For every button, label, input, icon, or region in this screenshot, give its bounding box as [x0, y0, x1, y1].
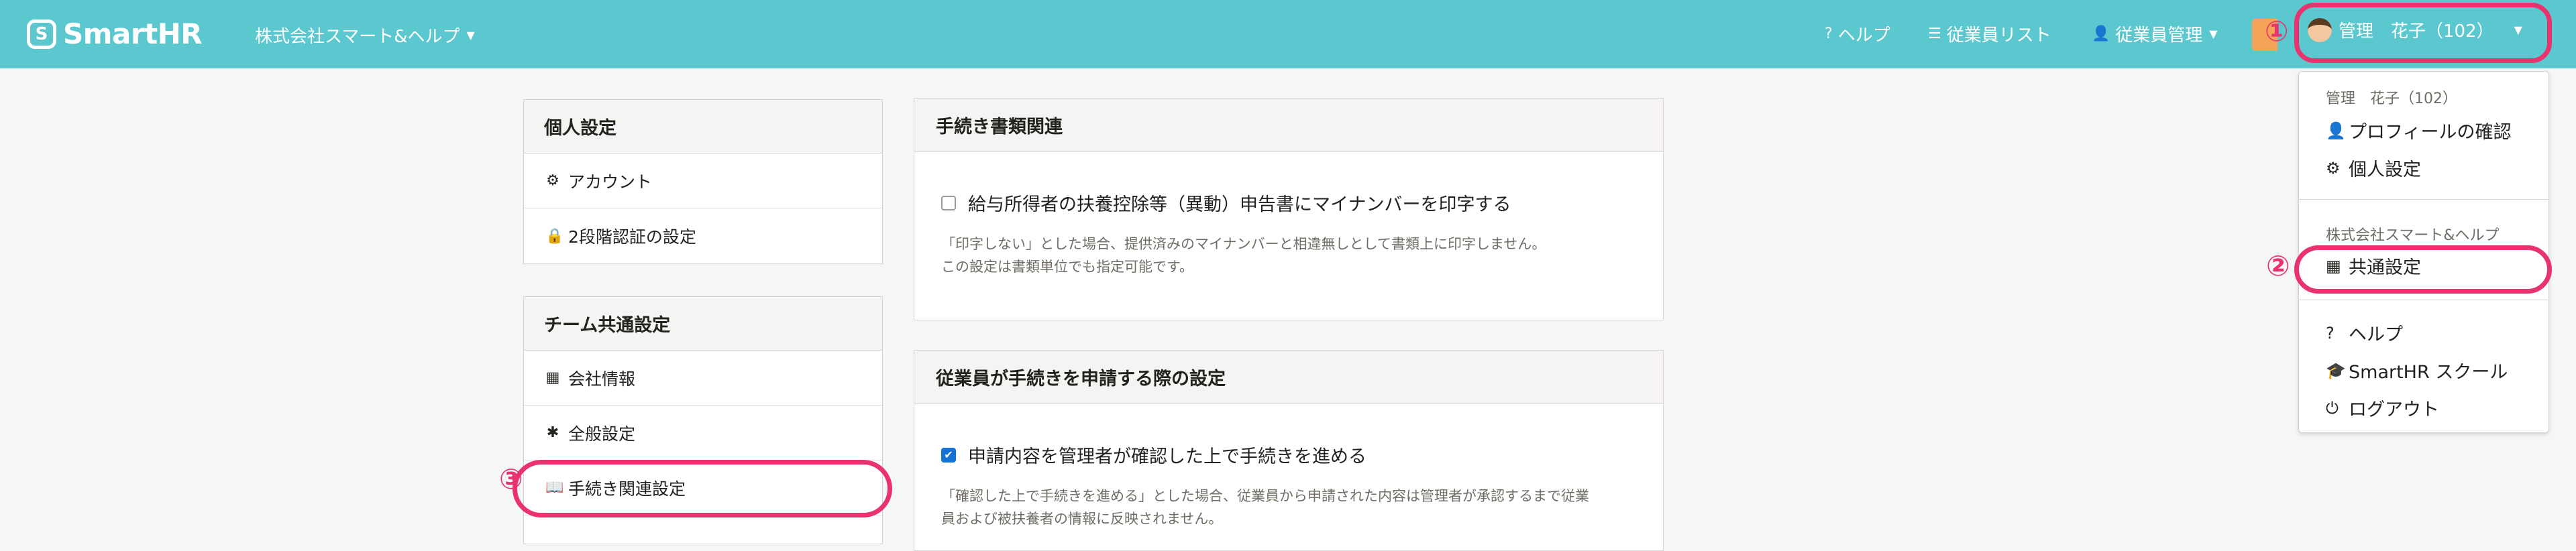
menu-divider [2299, 199, 2548, 200]
nav-employee-list-label: 従業員リスト [1946, 25, 2051, 46]
card-title: 従業員が手続きを申請する際の設定 [914, 351, 1663, 404]
help-circle-icon: ? [2326, 323, 2334, 343]
team-settings-title: チーム共通設定 [524, 297, 882, 351]
procedure-documents-card: 手続き書類関連 給与所得者の扶養控除等（異動）申告書にマイナンバーを印字する 「… [914, 98, 1664, 320]
personal-settings-title: 個人設定 [524, 100, 882, 154]
require-approval-checkbox-row[interactable]: ✔ 申請内容を管理者が確認した上で手続きを進める [941, 442, 1366, 468]
sidebar-item-company-info[interactable]: ▦ 会社情報 [524, 351, 882, 406]
menu-item-personal-settings[interactable]: ⚙ 個人設定 [2326, 155, 2421, 181]
help-text-line: 員および被扶養者の情報に反映されません。 [941, 511, 1223, 527]
checkmark-icon: ✔ [944, 448, 953, 461]
asterisk-icon: ✱ [546, 424, 559, 441]
highlight-ring-common-settings [2294, 245, 2552, 294]
sidebar-item-general-settings[interactable]: ✱ 全般設定 [524, 406, 882, 461]
help-text: 「印字しない」とした場合、提供済みのマイナンバーと相違無しとして書類上に印字しま… [941, 233, 1546, 278]
highlight-ring-procedure-settings [513, 460, 892, 517]
logo-text: SmartHR [63, 17, 203, 50]
personal-settings-panel: 個人設定 ⚙ アカウント 🔒 2段階認証の設定 [523, 99, 883, 264]
menu-item-personal-settings-label: 個人設定 [2349, 160, 2421, 180]
list-icon: ☰ [1928, 25, 1941, 42]
lock-icon: 🔒 [545, 227, 564, 245]
user-icon: 👤 [2326, 121, 2346, 140]
menu-item-smarthr-school-label: SmartHR スクール [2349, 362, 2508, 383]
menu-item-help-label: ヘルプ [2349, 324, 2403, 345]
print-mynumber-checkbox-row[interactable]: 給与所得者の扶養控除等（異動）申告書にマイナンバーを印字する [941, 190, 1511, 216]
dropdown-user-header: 管理 花子（102） [2326, 90, 2457, 107]
help-text-line: この設定は書類単位でも指定可能です。 [941, 259, 1193, 275]
chevron-down-icon: ▼ [466, 29, 475, 42]
dropdown-company-header: 株式会社スマート&ヘルプ [2326, 227, 2500, 244]
help-circle-icon: ? [1825, 25, 1833, 42]
menu-item-profile-label: プロフィールの確認 [2349, 122, 2512, 143]
checkbox-label: 給与所得者の扶養控除等（異動）申告書にマイナンバーを印字する [968, 194, 1511, 215]
company-name: 株式会社スマート&ヘルプ [255, 27, 460, 47]
print-mynumber-checkbox[interactable] [941, 195, 956, 210]
help-text-line: 「確認した上で手続きを進める」とした場合、従業員から申請された内容は管理者が承認… [941, 488, 1589, 504]
annotation-number-2: ② [2266, 249, 2290, 282]
nav-employee-list[interactable]: ☰ 従業員リスト [1928, 21, 2051, 46]
gear-icon: ⚙ [546, 172, 559, 189]
menu-item-help[interactable]: ? ヘルプ [2326, 320, 2403, 346]
menu-item-logout[interactable]: ⏻ ログアウト [2326, 395, 2439, 421]
nav-help[interactable]: ? ヘルプ [1825, 21, 1890, 46]
company-switcher[interactable]: 株式会社スマート&ヘルプ ▼ [255, 23, 475, 48]
menu-item-profile[interactable]: 👤 プロフィールの確認 [2326, 117, 2511, 143]
menu-item-logout-label: ログアウト [2349, 400, 2439, 420]
sidebar-item-label: アカウント [568, 172, 653, 192]
top-header: S SmartHR 株式会社スマート&ヘルプ ▼ ? ヘルプ ☰ 従業員リスト … [0, 0, 2576, 68]
nav-help-label: ヘルプ [1837, 25, 1890, 46]
nav-employee-management[interactable]: 👤 従業員管理 ▼ [2092, 21, 2218, 46]
annotation-number-1: ① [2265, 15, 2289, 48]
card-title: 手続き書類関連 [914, 99, 1663, 152]
require-approval-checkbox[interactable]: ✔ [941, 447, 956, 463]
checkbox-label: 申請内容を管理者が確認した上で手続きを進める [968, 446, 1366, 467]
annotation-number-3: ③ [499, 463, 523, 495]
user-icon: 👤 [2092, 25, 2110, 42]
smarthr-logo[interactable]: S SmartHR [27, 17, 203, 50]
graduation-cap-icon: 🎓 [2326, 361, 2346, 380]
building-icon: ▦ [545, 369, 560, 386]
help-text: 「確認した上で手続きを進める」とした場合、従業員から申請された内容は管理者が承認… [941, 485, 1589, 530]
sidebar-item-label: 2段階認証の設定 [568, 227, 696, 247]
menu-item-smarthr-school[interactable]: 🎓 SmartHR スクール [2326, 357, 2508, 383]
nav-employee-management-label: 従業員管理 [2115, 25, 2203, 46]
sidebar-item-label: 会社情報 [568, 369, 636, 389]
sidebar-item-two-factor[interactable]: 🔒 2段階認証の設定 [524, 208, 882, 263]
sidebar-item-account[interactable]: ⚙ アカウント [524, 154, 882, 208]
sidebar-item-label: 全般設定 [568, 424, 636, 444]
gear-icon: ⚙ [2326, 158, 2341, 178]
chevron-down-icon: ▼ [2209, 27, 2218, 40]
logo-mark-icon: S [27, 19, 56, 49]
employee-application-card: 従業員が手続きを申請する際の設定 ✔ 申請内容を管理者が確認した上で手続きを進め… [914, 350, 1664, 551]
power-icon: ⏻ [2326, 398, 2339, 418]
highlight-ring-user-menu [2294, 3, 2552, 63]
help-text-line: 「印字しない」とした場合、提供済みのマイナンバーと相違無しとして書類上に印字しま… [941, 236, 1546, 252]
